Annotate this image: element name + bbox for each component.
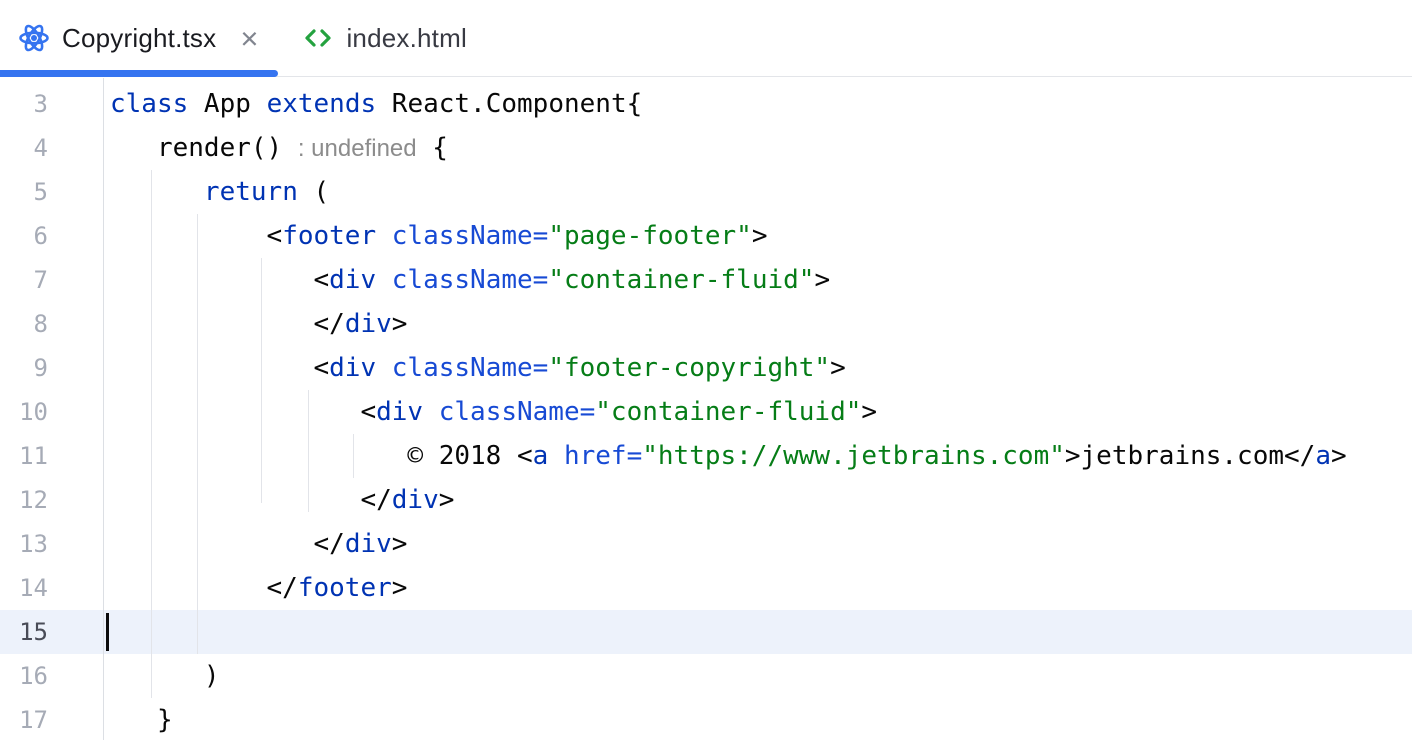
tab-copyright-tsx[interactable]: Copyright.tsx × <box>0 0 278 76</box>
line-number[interactable]: 15 <box>0 610 48 654</box>
code-line[interactable]: ) <box>104 654 1412 698</box>
line-number[interactable]: 13 <box>0 522 48 566</box>
code-line[interactable]: <div className="container-fluid"> <box>104 390 1412 434</box>
code-line[interactable]: } <box>104 698 1412 742</box>
code-token: div <box>329 265 376 295</box>
code-line[interactable]: render() : undefined { <box>104 126 1412 170</box>
code-line[interactable]: </footer> <box>104 566 1412 610</box>
code-token: footer <box>282 221 376 251</box>
type-hint-inlay: : undefined <box>298 135 417 162</box>
code-editor[interactable]: 34567891011121314151617 class App extend… <box>0 78 1412 740</box>
code-line[interactable]: </div> <box>104 478 1412 522</box>
code-token: a <box>533 441 549 471</box>
code-token: } <box>110 705 173 735</box>
code-token: </ <box>110 309 345 339</box>
code-line[interactable]: class App extends React.Component{ <box>104 82 1412 126</box>
line-number[interactable]: 3 <box>0 82 48 126</box>
code-token: extends <box>267 89 377 119</box>
code-line[interactable]: </div> <box>104 522 1412 566</box>
code-token <box>376 221 392 251</box>
code-token: > <box>830 353 846 383</box>
code-token: > <box>439 485 455 515</box>
code-token: className= <box>392 353 549 383</box>
code-token: div <box>345 309 392 339</box>
code-token: "page-footer" <box>548 221 752 251</box>
code-token: div <box>376 397 423 427</box>
line-number[interactable]: 16 <box>0 654 48 698</box>
react-icon <box>18 22 50 54</box>
code-token: > <box>392 309 408 339</box>
code-token: > <box>861 397 877 427</box>
code-token: App <box>188 89 266 119</box>
line-number[interactable]: 17 <box>0 698 48 742</box>
code-token: > <box>392 573 408 603</box>
code-token: </ <box>110 485 392 515</box>
code-token: { <box>417 133 448 163</box>
code-token: render() <box>110 133 298 163</box>
tab-label: Copyright.tsx <box>62 23 216 54</box>
line-number[interactable]: 10 <box>0 390 48 434</box>
code-token <box>376 265 392 295</box>
tab-label: index.html <box>346 23 467 54</box>
line-number[interactable]: 6 <box>0 214 48 258</box>
code-token: < <box>110 397 376 427</box>
line-number[interactable]: 4 <box>0 126 48 170</box>
code-token: href= <box>564 441 642 471</box>
code-token <box>110 177 204 207</box>
line-number[interactable]: 5 <box>0 170 48 214</box>
code-token <box>423 397 439 427</box>
code-token: className= <box>439 397 596 427</box>
line-number[interactable]: 14 <box>0 566 48 610</box>
line-number-gutter[interactable]: 34567891011121314151617 <box>0 82 103 742</box>
code-token <box>376 353 392 383</box>
code-area[interactable]: class App extends React.Component{ rende… <box>104 82 1412 742</box>
code-token: "https://www.jetbrains.com" <box>642 441 1065 471</box>
code-token: > <box>1331 441 1347 471</box>
code-token: className= <box>392 265 549 295</box>
line-number[interactable]: 8 <box>0 302 48 346</box>
code-token: > <box>752 221 768 251</box>
code-token: div <box>345 529 392 559</box>
code-token: className= <box>392 221 549 251</box>
code-token: div <box>392 485 439 515</box>
code-token: "container-fluid" <box>548 265 814 295</box>
code-token: footer <box>298 573 392 603</box>
code-token: < <box>110 265 329 295</box>
active-tab-indicator <box>0 70 278 77</box>
code-token: < <box>110 353 329 383</box>
code-token: © 2018 < <box>110 441 533 471</box>
code-token: return <box>204 177 298 207</box>
code-line[interactable]: © 2018 <a href="https://www.jetbrains.co… <box>104 434 1412 478</box>
code-line[interactable]: <div className="footer-copyright"> <box>104 346 1412 390</box>
code-token: >jetbrains.com</ <box>1065 441 1315 471</box>
code-line[interactable]: <div className="container-fluid"> <box>104 258 1412 302</box>
code-token: > <box>814 265 830 295</box>
code-line[interactable]: return ( <box>104 170 1412 214</box>
code-token: > <box>392 529 408 559</box>
text-caret <box>106 613 109 651</box>
editor-tab-bar: Copyright.tsx × index.html <box>0 0 1412 77</box>
code-token: "container-fluid" <box>595 397 861 427</box>
code-token: < <box>110 221 282 251</box>
code-token: class <box>110 89 188 119</box>
code-token: </ <box>110 529 345 559</box>
code-token: ( <box>298 177 329 207</box>
code-token: "footer-copyright" <box>548 353 830 383</box>
close-icon[interactable]: × <box>238 23 260 54</box>
code-token: a <box>1315 441 1331 471</box>
code-line[interactable]: <footer className="page-footer"> <box>104 214 1412 258</box>
tab-index-html[interactable]: index.html <box>278 0 485 76</box>
code-line[interactable] <box>104 610 1412 654</box>
code-token: React.Component{ <box>376 89 642 119</box>
code-token: div <box>329 353 376 383</box>
code-line[interactable]: </div> <box>104 302 1412 346</box>
html-file-icon <box>302 22 334 54</box>
line-number[interactable]: 9 <box>0 346 48 390</box>
code-token: ) <box>110 661 220 691</box>
line-number[interactable]: 11 <box>0 434 48 478</box>
code-token <box>548 441 564 471</box>
line-number[interactable]: 12 <box>0 478 48 522</box>
code-token: </ <box>110 573 298 603</box>
line-number[interactable]: 7 <box>0 258 48 302</box>
